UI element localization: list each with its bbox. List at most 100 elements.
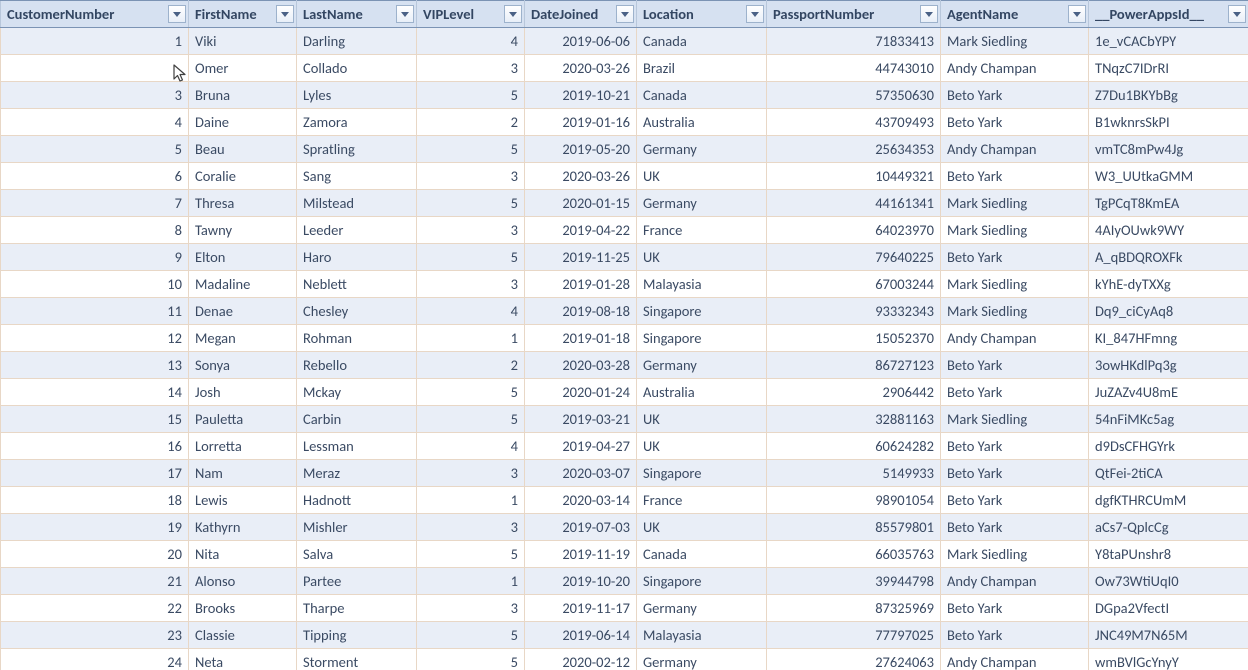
filter-dropdown-Location[interactable]: [746, 5, 764, 23]
column-header-LastName[interactable]: LastName: [297, 1, 417, 28]
cell-PassportNumber[interactable]: 77797025: [767, 622, 941, 649]
cell-CustomerNumber[interactable]: 18: [1, 487, 189, 514]
cell-DateJoined[interactable]: 2020-03-26: [525, 163, 637, 190]
cell-PowerAppsId[interactable]: Z7Du1BKYbBg: [1089, 82, 1248, 109]
cell-CustomerNumber[interactable]: 4: [1, 109, 189, 136]
cell-PassportNumber[interactable]: 27624063: [767, 649, 941, 670]
cell-Location[interactable]: Germany: [637, 649, 767, 670]
cell-Location[interactable]: Germany: [637, 595, 767, 622]
cell-DateJoined[interactable]: 2020-02-12: [525, 649, 637, 670]
cell-AgentName[interactable]: Beto Yark: [941, 379, 1089, 406]
cell-CustomerNumber[interactable]: 9: [1, 244, 189, 271]
cell-VIPLevel[interactable]: 1: [417, 325, 525, 352]
cell-LastName[interactable]: Sang: [297, 163, 417, 190]
cell-CustomerNumber[interactable]: 16: [1, 433, 189, 460]
cell-CustomerNumber[interactable]: 10: [1, 271, 189, 298]
cell-AgentName[interactable]: Andy Champan: [941, 568, 1089, 595]
table-row[interactable]: 21AlonsoPartee12019-10-20Singapore399447…: [1, 568, 1248, 595]
cell-PassportNumber[interactable]: 5149933: [767, 460, 941, 487]
cell-LastName[interactable]: Salva: [297, 541, 417, 568]
column-header-DateJoined[interactable]: DateJoined: [525, 1, 637, 28]
column-header-CustomerNumber[interactable]: CustomerNumber: [1, 1, 189, 28]
table-row[interactable]: 3BrunaLyles52019-10-21Canada57350630Beto…: [1, 82, 1248, 109]
cell-VIPLevel[interactable]: 2: [417, 352, 525, 379]
cell-LastName[interactable]: Tharpe: [297, 595, 417, 622]
cell-PowerAppsId[interactable]: B1wknrsSkPI: [1089, 109, 1248, 136]
cell-PowerAppsId[interactable]: 54nFiMKc5ag: [1089, 406, 1248, 433]
cell-Location[interactable]: Australia: [637, 109, 767, 136]
cell-Location[interactable]: UK: [637, 244, 767, 271]
cell-CustomerNumber[interactable]: 17: [1, 460, 189, 487]
cell-Location[interactable]: Germany: [637, 352, 767, 379]
cell-PassportNumber[interactable]: 15052370: [767, 325, 941, 352]
cell-LastName[interactable]: Milstead: [297, 190, 417, 217]
cell-PowerAppsId[interactable]: DGpa2VfectI: [1089, 595, 1248, 622]
cell-LastName[interactable]: Leeder: [297, 217, 417, 244]
table-row[interactable]: 18LewisHadnott12020-03-14France98901054B…: [1, 487, 1248, 514]
filter-dropdown-PassportNumber[interactable]: [920, 5, 938, 23]
cell-AgentName[interactable]: Mark Siedling: [941, 271, 1089, 298]
cell-PassportNumber[interactable]: 43709493: [767, 109, 941, 136]
cell-Location[interactable]: France: [637, 487, 767, 514]
cell-FirstName[interactable]: Lewis: [189, 487, 297, 514]
cell-CustomerNumber[interactable]: 3: [1, 82, 189, 109]
cell-CustomerNumber[interactable]: 11: [1, 298, 189, 325]
cell-VIPLevel[interactable]: 3: [417, 55, 525, 82]
table-row[interactable]: 19KathyrnMishler32019-07-03UK85579801Bet…: [1, 514, 1248, 541]
cell-LastName[interactable]: Mckay: [297, 379, 417, 406]
cell-LastName[interactable]: Carbin: [297, 406, 417, 433]
cell-DateJoined[interactable]: 2019-01-18: [525, 325, 637, 352]
cell-Location[interactable]: Singapore: [637, 568, 767, 595]
cell-CustomerNumber[interactable]: 6: [1, 163, 189, 190]
cell-AgentName[interactable]: Mark Siedling: [941, 541, 1089, 568]
cell-Location[interactable]: Canada: [637, 541, 767, 568]
table-row[interactable]: 17NamMeraz32020-03-07Singapore5149933Bet…: [1, 460, 1248, 487]
cell-Location[interactable]: Singapore: [637, 298, 767, 325]
cell-FirstName[interactable]: Megan: [189, 325, 297, 352]
cell-PowerAppsId[interactable]: kYhE-dyTXXg: [1089, 271, 1248, 298]
cell-FirstName[interactable]: Josh: [189, 379, 297, 406]
cell-DateJoined[interactable]: 2019-11-19: [525, 541, 637, 568]
column-header-VIPLevel[interactable]: VIPLevel: [417, 1, 525, 28]
cell-DateJoined[interactable]: 2019-01-16: [525, 109, 637, 136]
cell-FirstName[interactable]: Nita: [189, 541, 297, 568]
cell-AgentName[interactable]: Beto Yark: [941, 460, 1089, 487]
table-row[interactable]: 20NitaSalva52019-11-19Canada66035763Mark…: [1, 541, 1248, 568]
cell-PowerAppsId[interactable]: 4AIyOUwk9WY: [1089, 217, 1248, 244]
cell-PowerAppsId[interactable]: wmBVlGcYnyY: [1089, 649, 1248, 670]
cell-AgentName[interactable]: Andy Champan: [941, 325, 1089, 352]
cell-PassportNumber[interactable]: 25634353: [767, 136, 941, 163]
cell-CustomerNumber[interactable]: 24: [1, 649, 189, 670]
cell-PowerAppsId[interactable]: 3owHKdlPq3g: [1089, 352, 1248, 379]
cell-FirstName[interactable]: Kathyrn: [189, 514, 297, 541]
cell-Location[interactable]: Malayasia: [637, 622, 767, 649]
cell-AgentName[interactable]: Mark Siedling: [941, 28, 1089, 55]
cell-AgentName[interactable]: Beto Yark: [941, 244, 1089, 271]
cell-PowerAppsId[interactable]: Y8taPUnshr8: [1089, 541, 1248, 568]
filter-dropdown-VIPLevel[interactable]: [504, 5, 522, 23]
cell-VIPLevel[interactable]: 5: [417, 622, 525, 649]
cell-CustomerNumber[interactable]: 7: [1, 190, 189, 217]
cell-PassportNumber[interactable]: 39944798: [767, 568, 941, 595]
cell-PassportNumber[interactable]: 98901054: [767, 487, 941, 514]
table-row[interactable]: 16LorrettaLessman42019-04-27UK60624282Be…: [1, 433, 1248, 460]
cell-PowerAppsId[interactable]: JuZAZv4U8mE: [1089, 379, 1248, 406]
cell-CustomerNumber[interactable]: 8: [1, 217, 189, 244]
cell-LastName[interactable]: Chesley: [297, 298, 417, 325]
cell-VIPLevel[interactable]: 1: [417, 487, 525, 514]
cell-DateJoined[interactable]: 2020-01-15: [525, 190, 637, 217]
cell-LastName[interactable]: Haro: [297, 244, 417, 271]
cell-PassportNumber[interactable]: 60624282: [767, 433, 941, 460]
cell-AgentName[interactable]: Andy Champan: [941, 649, 1089, 670]
cell-DateJoined[interactable]: 2019-01-28: [525, 271, 637, 298]
cell-PassportNumber[interactable]: 2906442: [767, 379, 941, 406]
cell-VIPLevel[interactable]: 5: [417, 541, 525, 568]
cell-PowerAppsId[interactable]: 1e_vCACbYPY: [1089, 28, 1248, 55]
cell-FirstName[interactable]: Beau: [189, 136, 297, 163]
cell-PowerAppsId[interactable]: d9DsCFHGYrk: [1089, 433, 1248, 460]
cell-PassportNumber[interactable]: 32881163: [767, 406, 941, 433]
cell-LastName[interactable]: Hadnott: [297, 487, 417, 514]
cell-Location[interactable]: Singapore: [637, 325, 767, 352]
cell-FirstName[interactable]: Lorretta: [189, 433, 297, 460]
cell-CustomerNumber[interactable]: 13: [1, 352, 189, 379]
